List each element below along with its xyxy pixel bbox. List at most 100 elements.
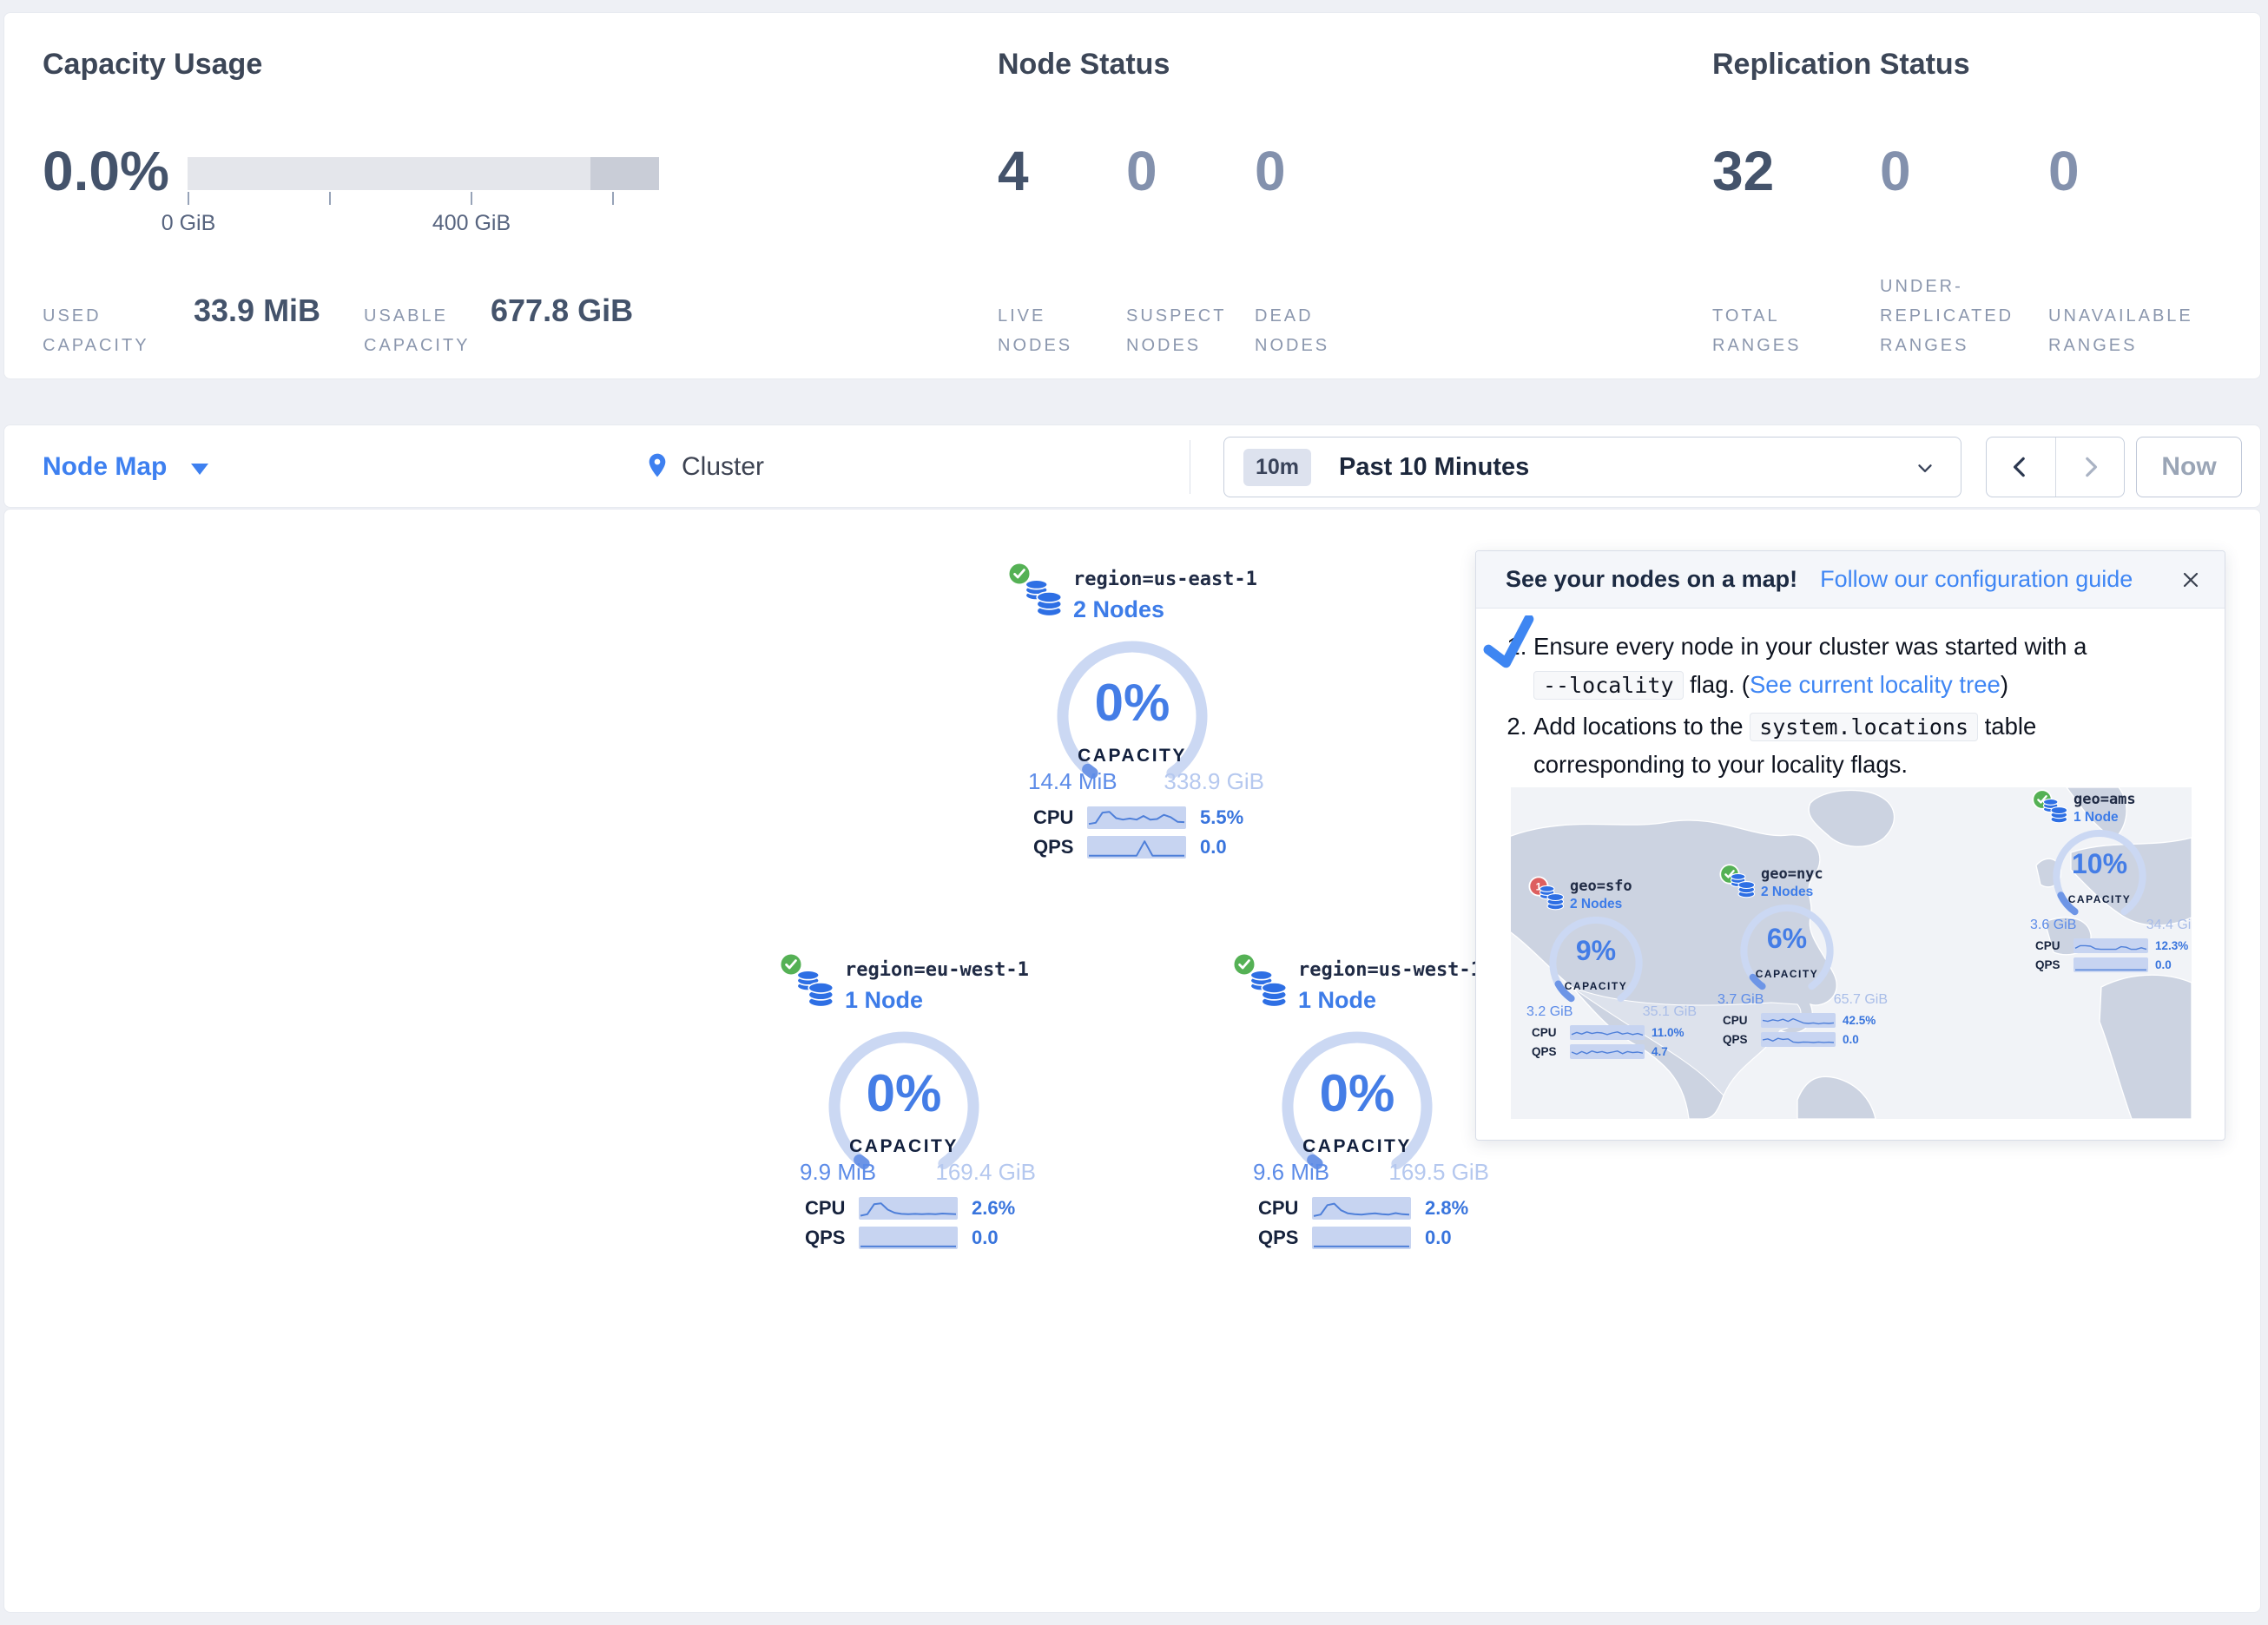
map-node-count: 2 Nodes [1570, 897, 1622, 912]
cpu-sparkline [1312, 1197, 1411, 1220]
time-window-label: Past 10 Minutes [1339, 453, 1529, 482]
node-map-canvas: region=us-east-1 2 Nodes 0% CAPACITY 14.… [3, 509, 2261, 1613]
time-pager [1986, 437, 2125, 497]
capacity-usage-bar [188, 157, 659, 190]
configuration-guide-link[interactable]: Follow our configuration guide [1820, 566, 2133, 593]
capacity-caption: CAPACITY [1045, 746, 1219, 766]
under-replicated-count: 0 [1880, 143, 1911, 199]
map-node-title: geo=nyc [1761, 865, 1823, 883]
capacity-usage-title: Capacity Usage [43, 48, 262, 82]
qps-label: QPS [1258, 1227, 1309, 1249]
qps-sparkline [1570, 1044, 1645, 1059]
caret-down-icon [191, 464, 208, 475]
qps-row: QPS 0.0 [805, 1227, 999, 1249]
map-pin-icon [643, 451, 671, 484]
used-value: 14.4 MiB [1028, 768, 1118, 795]
locality-flag-code: --locality [1533, 671, 1684, 700]
qps-value: 0.0 [1425, 1227, 1452, 1249]
popup-title: See your nodes on a map! [1506, 566, 1797, 593]
axis-tick-label: 400 GiB [402, 211, 541, 236]
capacity-values: 9.9 MiB 169.4 GiB [800, 1159, 1036, 1186]
next-time-button[interactable] [2055, 438, 2125, 497]
cpu-row: CPU 2.8% [1258, 1197, 1468, 1220]
nodes-db-icon [1728, 871, 1757, 904]
capacity-percent: 0% [1045, 673, 1219, 733]
suspect-nodes-label: SUSPECTNODES [1126, 261, 1226, 360]
axis-tick [188, 192, 189, 205]
nodes-db-icon [793, 966, 836, 1014]
nodes-db-icon [1021, 576, 1065, 623]
breadcrumb[interactable]: Cluster [643, 425, 764, 509]
step-done-check-icon [1481, 615, 1539, 677]
cpu-label: CPU [1033, 806, 1084, 829]
used-value: 9.9 MiB [800, 1159, 876, 1186]
qps-label: QPS [805, 1227, 855, 1249]
time-window-badge: 10m [1243, 449, 1311, 486]
node-group-count: 2 Nodes [1073, 596, 1164, 623]
axis-tick [612, 192, 614, 205]
node-group-us-east-1[interactable]: region=us-east-1 2 Nodes 0% CAPACITY 14.… [985, 560, 1323, 907]
qps-label: QPS [1033, 836, 1084, 859]
capacity-percent: 0% [1270, 1063, 1444, 1123]
qps-sparkline [859, 1227, 958, 1249]
axis-tick-label: 0 GiB [119, 211, 258, 236]
total-ranges-label: TOTALRANGES [1712, 261, 1801, 360]
node-group-count: 1 Node [1298, 987, 1376, 1014]
usable-capacity-value: 677.8 GiB [491, 293, 633, 329]
setup-step-2: Add locations to the system.locations ta… [1533, 707, 2193, 784]
cpu-value: 5.5% [1200, 806, 1243, 829]
capacity-gauge: 6% CAPACITY [1733, 904, 1841, 1001]
map-node-count: 2 Nodes [1761, 885, 1813, 900]
cpu-label: CPU [805, 1197, 855, 1220]
node-group-eu-west-1[interactable]: region=eu-west-1 1 Node 0% CAPACITY 9.9 … [756, 951, 1095, 1298]
node-group-title: region=us-west-1 [1298, 959, 1482, 981]
usable-value: 169.5 GiB [1388, 1159, 1489, 1186]
map-node-group-nyc[interactable]: geo=nyc 2 Nodes 6% CAPACITY 3.7 GiB 65.7… [1717, 864, 1917, 1063]
qps-sparkline [1761, 1032, 1836, 1047]
unavailable-ranges-label: UNAVAILABLERANGES [2048, 261, 2193, 360]
usable-capacity-label: USABLE CAPACITY [364, 261, 471, 360]
now-button[interactable]: Now [2136, 437, 2242, 497]
capacity-usage-percent: 0.0% [43, 143, 169, 199]
cluster-stats-bar: Capacity Usage 0.0% 0 GiB 400 GiB USED C… [3, 12, 2261, 379]
qps-sparkline [2074, 957, 2148, 972]
prev-time-button[interactable] [1987, 438, 2055, 497]
map-node-title: geo=ams [2074, 791, 2136, 808]
map-node-count: 1 Node [2074, 810, 2119, 826]
used-capacity-label: USED CAPACITY [43, 261, 149, 360]
capacity-values: 9.6 MiB 169.5 GiB [1253, 1159, 1489, 1186]
view-selector-dropdown[interactable]: Node Map [43, 425, 208, 509]
qps-value: 0.0 [1200, 836, 1227, 859]
cpu-label: CPU [1258, 1197, 1309, 1220]
capacity-gauge: 10% CAPACITY [2046, 829, 2153, 926]
capacity-usage-bar-segment [590, 157, 659, 190]
close-icon[interactable] [2179, 569, 2202, 595]
locality-tree-link[interactable]: See current locality tree [1750, 671, 2001, 698]
qps-row: QPS 0.0 [1258, 1227, 1452, 1249]
map-node-group-ams[interactable]: geo=ams 1 Node 10% CAPACITY 3.6 GiB 34.4… [2030, 789, 2192, 989]
qps-value: 0.0 [972, 1227, 999, 1249]
setup-steps: Ensure every node in your cluster was st… [1533, 628, 2193, 784]
cpu-value: 2.6% [972, 1197, 1015, 1220]
used-capacity-value: 33.9 MiB [194, 293, 320, 329]
time-window-dropdown[interactable]: 10m Past 10 Minutes [1223, 437, 1961, 497]
chevron-down-icon [1914, 457, 1936, 484]
node-group-title: region=us-east-1 [1073, 569, 1257, 590]
usable-value: 338.9 GiB [1164, 768, 1264, 795]
dead-nodes-count: 0 [1255, 143, 1286, 199]
capacity-caption: CAPACITY [1270, 1136, 1444, 1157]
cpu-sparkline [2074, 938, 2148, 953]
capacity-gauge: 9% CAPACITY [1542, 916, 1650, 1013]
setup-step-1: Ensure every node in your cluster was st… [1533, 628, 2193, 704]
cpu-row: CPU 5.5% [1033, 806, 1243, 829]
popup-header: See your nodes on a map! Follow our conf… [1476, 551, 2225, 609]
axis-tick [471, 192, 472, 205]
node-map-page: Capacity Usage 0.0% 0 GiB 400 GiB USED C… [0, 0, 2268, 1625]
nodes-db-icon [2041, 796, 2069, 829]
cpu-row: CPU 2.6% [805, 1197, 1015, 1220]
view-selector-label: Node Map [43, 452, 167, 482]
world-map-preview: 1 geo=sfo 2 Nodes 9% CAPACITY 3.2 GiB 35 [1511, 787, 2192, 1119]
map-node-group-sfo[interactable]: 1 geo=sfo 2 Nodes 9% CAPACITY 3.2 GiB 35 [1526, 876, 1726, 1076]
cpu-sparkline [1761, 1013, 1836, 1028]
capacity-caption: CAPACITY [817, 1136, 991, 1157]
